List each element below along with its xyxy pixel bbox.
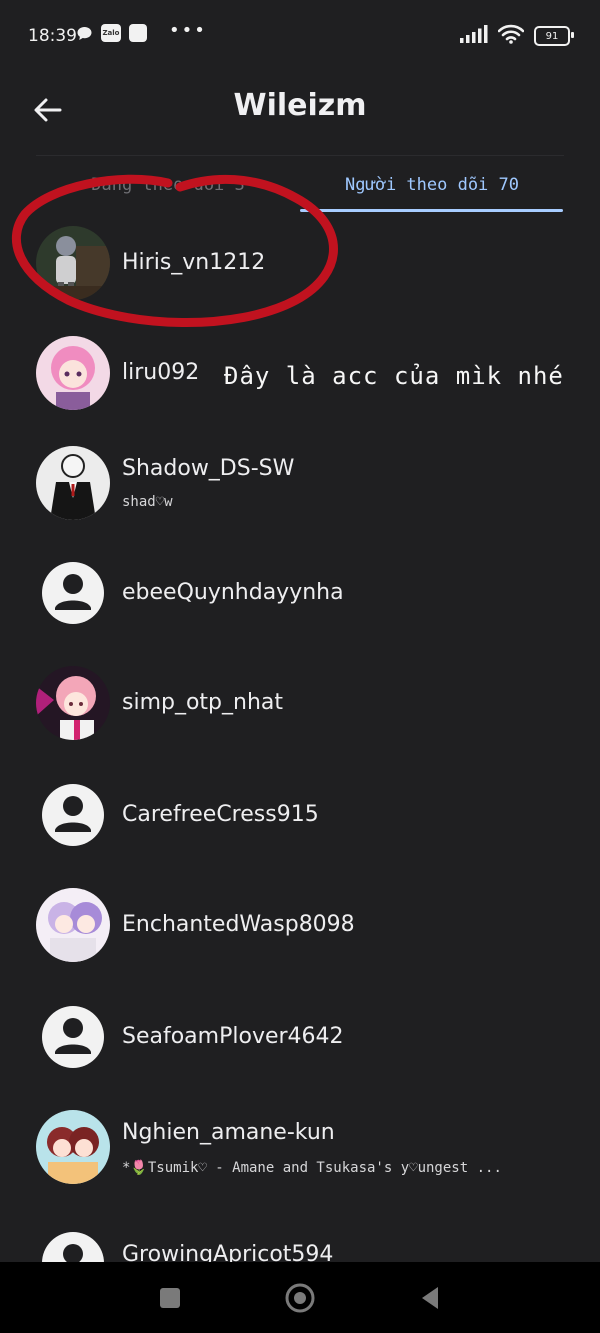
triangle-back-icon <box>422 1287 438 1309</box>
battery-indicator: 91 <box>534 26 574 46</box>
annotation-text: Đây là acc của mìk nhé <box>224 362 564 390</box>
system-nav-bar <box>0 1262 600 1333</box>
username: ebeeQuynhdayynha <box>122 580 344 605</box>
home-button[interactable] <box>282 1280 318 1316</box>
avatar <box>36 666 110 740</box>
wifi-icon <box>497 24 525 48</box>
signal-icon <box>460 25 488 47</box>
avatar <box>36 1110 110 1184</box>
list-item[interactable]: CarefreeCress915 <box>0 778 600 878</box>
list-item[interactable]: EnchantedWasp8098 <box>0 888 600 988</box>
username: simp_otp_nhat <box>122 690 284 715</box>
avatar <box>36 336 110 410</box>
page-title: Wileizm <box>233 88 367 123</box>
username: Shadow_DS-SW <box>122 456 295 481</box>
username: Nghien_amane-kun <box>122 1120 335 1145</box>
avatar <box>36 446 110 520</box>
notification-icons: Zalo ••• <box>76 20 207 42</box>
status-time: 18:39 <box>28 26 77 46</box>
list-item[interactable]: Shadow_DS-SW shad♡w <box>0 446 600 546</box>
system-icons: 91 <box>460 24 574 48</box>
default-avatar-icon <box>36 556 110 630</box>
app-header: Wileizm <box>0 72 600 152</box>
zalo-icon: Zalo <box>101 24 121 42</box>
square-icon <box>160 1288 180 1308</box>
default-avatar-icon <box>36 778 110 852</box>
more-notifications-icon: ••• <box>169 19 207 41</box>
list-item[interactable]: simp_otp_nhat <box>0 666 600 766</box>
user-bio: *🌷Tsumik♡ - Amane and Tsukasa's y♡ungest… <box>122 1160 502 1176</box>
home-circle-icon <box>285 1283 315 1313</box>
list-item[interactable]: SeafoamPlover4642 <box>0 1000 600 1100</box>
status-bar: 18:39 Zalo ••• 91 <box>0 0 600 72</box>
username: liru092 <box>122 360 200 385</box>
back-nav-button[interactable] <box>412 1280 448 1316</box>
chat-bubble-icon <box>76 25 93 42</box>
recents-button[interactable] <box>152 1280 188 1316</box>
user-bio: shad♡w <box>122 494 173 510</box>
annotation-circle <box>12 174 338 327</box>
app-notification-icon <box>129 24 147 42</box>
list-item[interactable]: Nghien_amane-kun *🌷Tsumik♡ - Amane and T… <box>0 1110 600 1210</box>
username: CarefreeCress915 <box>122 802 319 827</box>
list-item[interactable]: ebeeQuynhdayynha <box>0 556 600 656</box>
avatar <box>36 888 110 962</box>
default-avatar-icon <box>36 1000 110 1074</box>
username: SeafoamPlover4642 <box>122 1024 344 1049</box>
username: EnchantedWasp8098 <box>122 912 355 937</box>
